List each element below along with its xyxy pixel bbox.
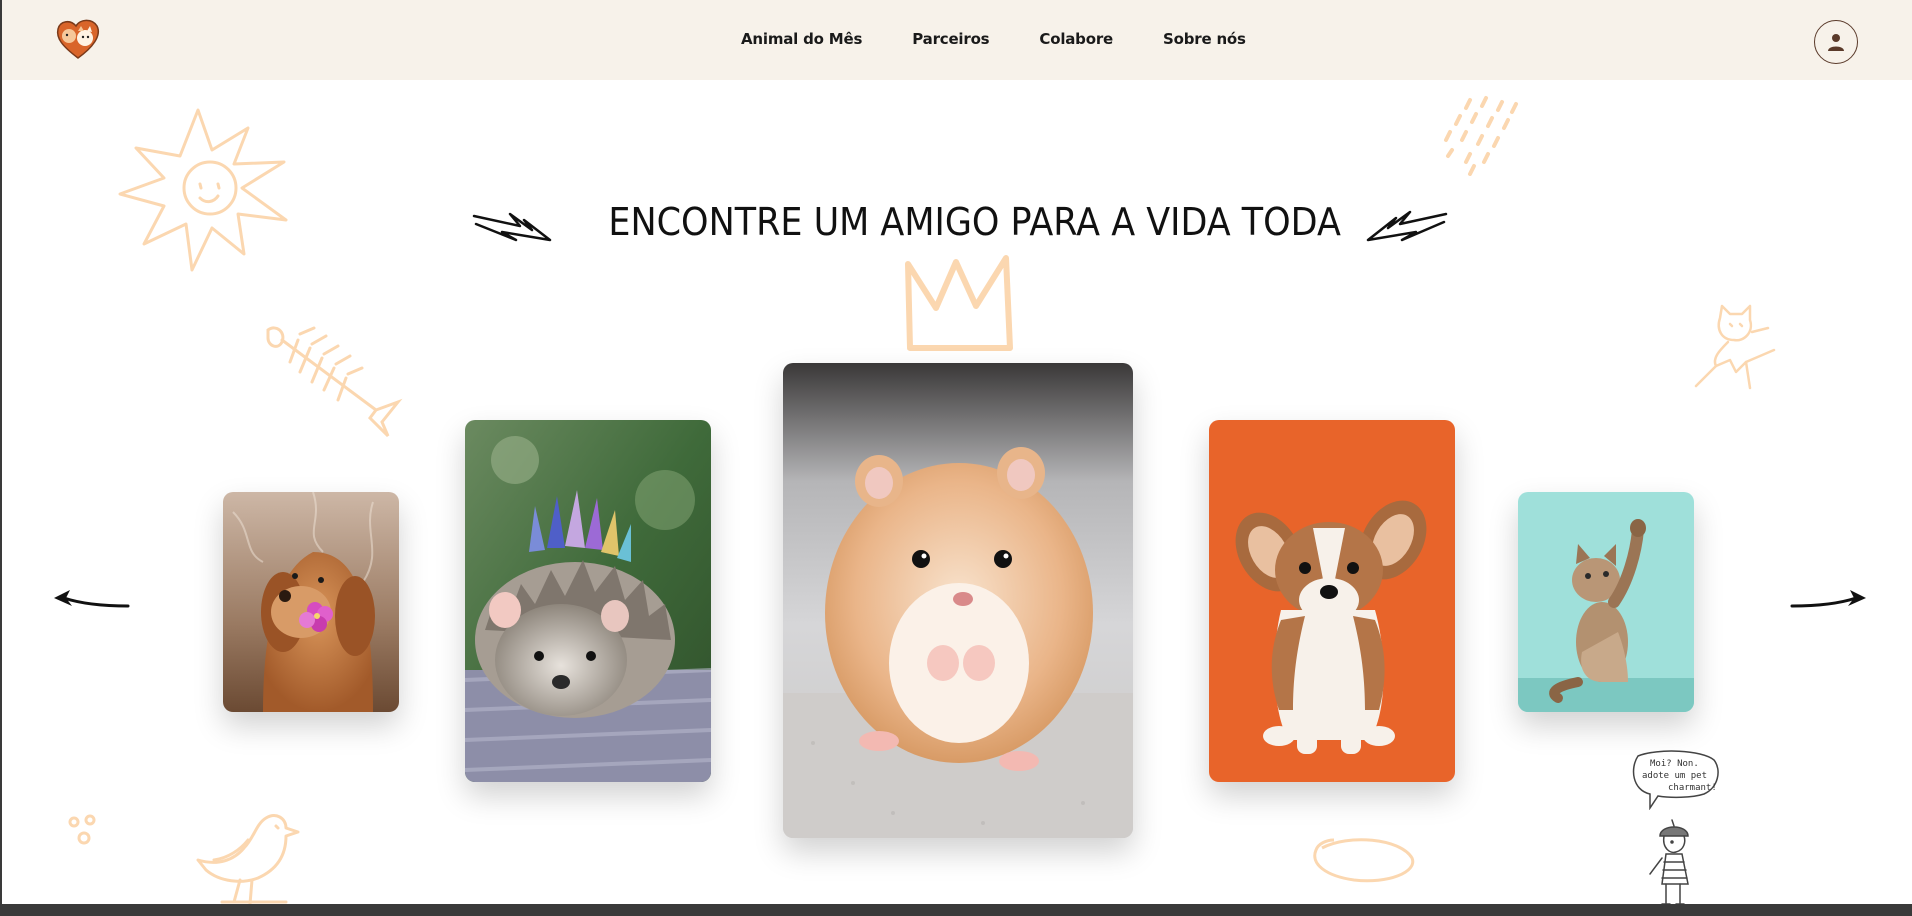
left-lightning-icon <box>472 212 552 242</box>
bird-doodle-icon <box>196 814 300 904</box>
dots-doodle-icon <box>1444 96 1518 176</box>
page-title: ENCONTRE UM AMIGO PARA A VIDA TODA <box>608 200 1341 244</box>
right-lightning-icon <box>1366 210 1448 242</box>
oval-doodle-icon <box>1313 838 1415 883</box>
header-bar: Animal do Mês Parceiros Colabore Sobre n… <box>2 0 1912 80</box>
crown-doodle-icon <box>905 255 1013 351</box>
speech-line-3: charmant! <box>1668 783 1717 793</box>
kitten-image <box>1518 492 1694 712</box>
page: Animal do Mês Parceiros Colabore Sobre n… <box>2 0 1912 904</box>
hedgehog-image <box>465 420 711 782</box>
nav-colabore[interactable]: Colabore <box>1039 30 1113 48</box>
animal-card-hamster[interactable] <box>783 363 1133 838</box>
arrow-right-icon <box>1790 590 1866 608</box>
nav-sobre-nos[interactable]: Sobre nós <box>1163 30 1246 48</box>
hero-title-row: ENCONTRE UM AMIGO PARA A VIDA TODA <box>2 200 1912 252</box>
main-nav: Animal do Mês Parceiros Colabore Sobre n… <box>716 30 1271 48</box>
animal-card-dog[interactable] <box>223 492 399 712</box>
user-icon <box>1828 34 1844 51</box>
arrow-left-icon <box>54 590 130 608</box>
speech-line-2: adote um pet <box>1642 771 1707 781</box>
nav-animal-do-mes[interactable]: Animal do Mês <box>741 30 862 48</box>
speech-line-1: Moi? Non. <box>1650 759 1699 769</box>
hamster-image <box>783 363 1133 838</box>
person-doodle-icon <box>1649 819 1689 904</box>
golden-retriever-image <box>223 492 399 712</box>
cat-doodle-icon <box>1694 304 1776 390</box>
carousel-next-button[interactable] <box>1788 588 1868 616</box>
fishbone-doodle-icon <box>266 326 403 438</box>
corgi-image <box>1209 420 1455 782</box>
dots-small-doodle-icon <box>68 814 96 845</box>
speech-bubble: Moi? Non. adote um pet charmant! <box>1632 750 1719 810</box>
animal-card-hedgehog[interactable] <box>465 420 711 782</box>
profile-button[interactable] <box>1814 20 1858 64</box>
carousel-prev-button[interactable] <box>52 588 132 616</box>
animal-card-cat[interactable] <box>1518 492 1694 712</box>
animal-card-corgi[interactable] <box>1209 420 1455 782</box>
nav-parceiros[interactable]: Parceiros <box>912 30 989 48</box>
logo-icon[interactable] <box>54 18 102 60</box>
